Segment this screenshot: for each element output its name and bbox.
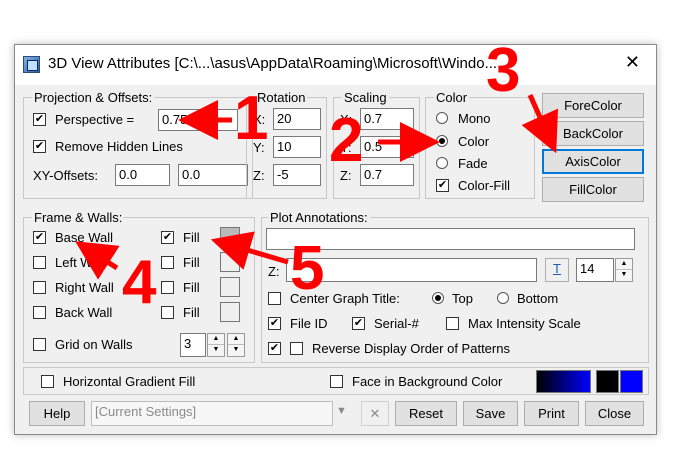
arrow-5 [210,231,289,270]
arrow-4 [75,241,120,280]
arrow-3 [521,93,559,154]
annotation-arrows [75,93,559,280]
